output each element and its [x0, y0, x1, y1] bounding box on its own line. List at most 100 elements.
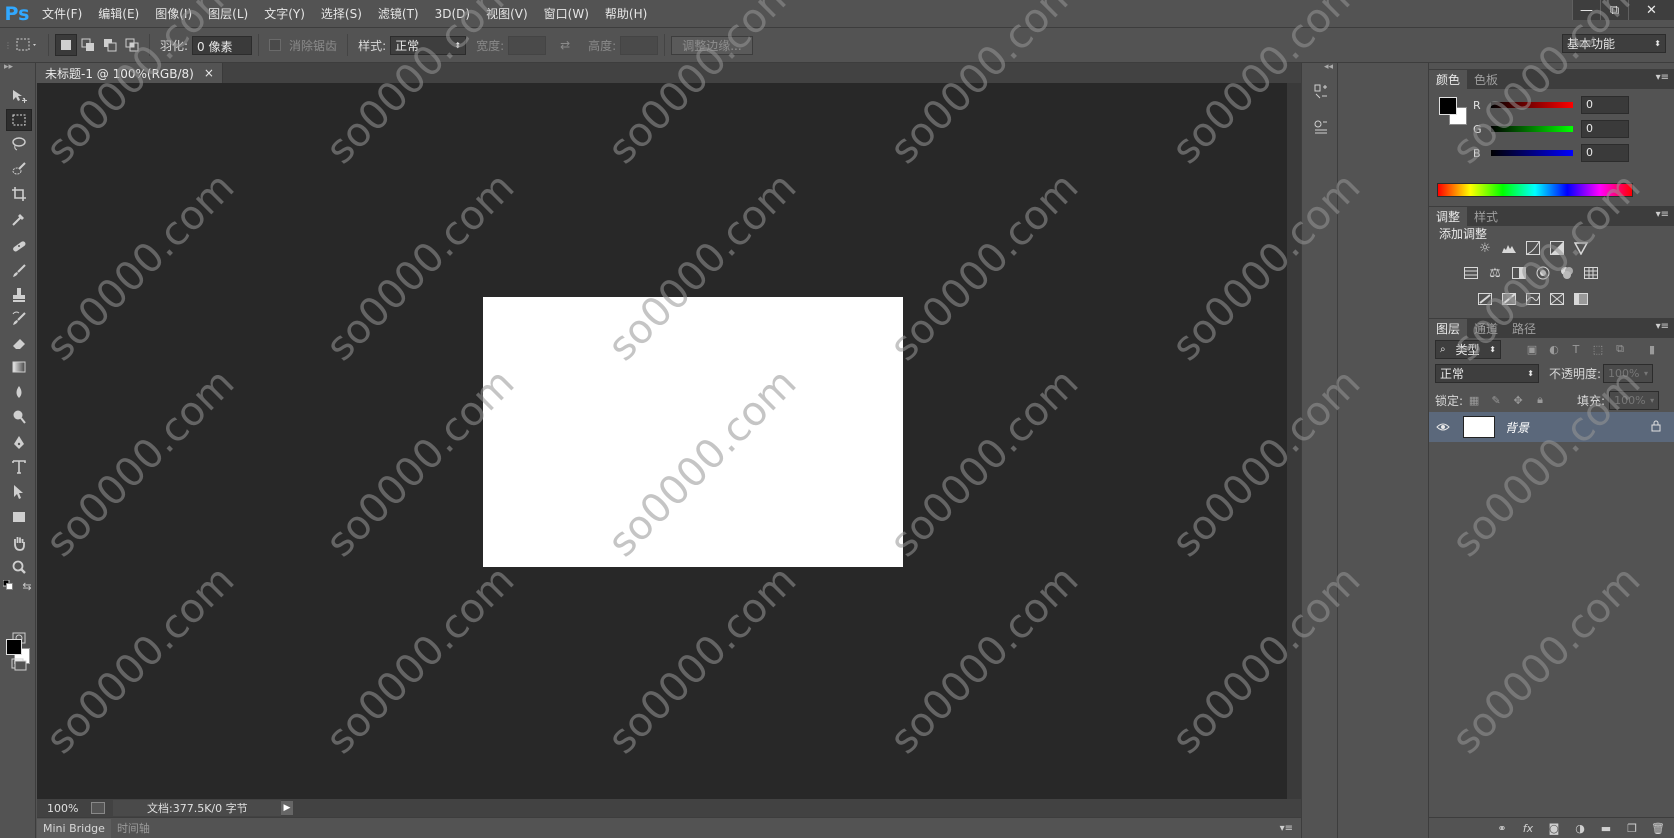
- filter-toggle-icon[interactable]: ▮: [1645, 342, 1659, 356]
- menu-layer[interactable]: 图层(L): [200, 5, 256, 22]
- rectangle-tool[interactable]: [6, 506, 32, 528]
- selective-color-icon[interactable]: [1573, 291, 1589, 307]
- layer-thumbnail[interactable]: [1463, 416, 1495, 438]
- filter-smart-object-icon[interactable]: ⧉: [1613, 342, 1627, 356]
- refine-edge-button[interactable]: 调整边缘...: [671, 35, 753, 55]
- minimize-button[interactable]: —: [1572, 0, 1600, 20]
- lasso-tool[interactable]: [6, 133, 32, 155]
- brush-tool[interactable]: [6, 260, 32, 282]
- invert-icon[interactable]: [1477, 291, 1493, 307]
- filter-adjustment-icon[interactable]: ◐: [1547, 342, 1561, 356]
- blue-slider[interactable]: [1491, 150, 1573, 156]
- quick-selection-tool[interactable]: [6, 158, 32, 180]
- blur-tool[interactable]: [6, 381, 32, 403]
- document-canvas[interactable]: [483, 297, 903, 567]
- intersect-selection-icon[interactable]: [121, 34, 143, 56]
- new-selection-icon[interactable]: [55, 34, 77, 56]
- tab-color[interactable]: 颜色: [1429, 70, 1468, 89]
- tab-mini-bridge[interactable]: Mini Bridge: [37, 818, 111, 838]
- clone-stamp-tool[interactable]: [6, 284, 32, 306]
- vertical-scrollbar[interactable]: [1287, 83, 1301, 799]
- add-mask-icon[interactable]: ◙: [1547, 821, 1561, 835]
- history-panel-icon[interactable]: [1309, 81, 1333, 103]
- menu-type[interactable]: 文字(Y): [256, 5, 313, 22]
- filter-type-icon[interactable]: T: [1569, 342, 1583, 356]
- path-selection-tool[interactable]: [6, 481, 32, 503]
- screen-mode-icon[interactable]: [6, 653, 32, 675]
- red-slider[interactable]: [1491, 102, 1573, 108]
- tab-timeline[interactable]: 时间轴: [111, 819, 156, 838]
- crop-tool[interactable]: [6, 183, 32, 205]
- tab-layers[interactable]: 图层: [1429, 319, 1468, 338]
- gradient-map-icon[interactable]: [1549, 291, 1565, 307]
- swap-colors-icon[interactable]: ⇆: [20, 579, 34, 593]
- color-panel-foreground-swatch[interactable]: [1439, 97, 1457, 115]
- width-input[interactable]: [508, 35, 547, 55]
- tool-preset-picker[interactable]: [12, 34, 42, 56]
- threshold-icon[interactable]: [1525, 291, 1541, 307]
- menu-help[interactable]: 帮助(H): [597, 5, 655, 22]
- history-brush-tool[interactable]: [6, 308, 32, 330]
- black-white-icon[interactable]: [1511, 265, 1527, 281]
- opacity-input[interactable]: 100% ▾: [1603, 363, 1654, 383]
- layer-filter-select[interactable]: ⌕ 类型 ⬍: [1435, 339, 1501, 359]
- lock-transparent-icon[interactable]: ▦: [1467, 393, 1481, 407]
- menu-edit[interactable]: 编辑(E): [90, 5, 147, 22]
- eraser-tool[interactable]: [6, 332, 32, 354]
- tab-close-icon[interactable]: ×: [204, 66, 214, 80]
- dodge-tool[interactable]: [6, 406, 32, 428]
- new-adjustment-layer-icon[interactable]: ◑: [1573, 821, 1587, 835]
- swap-dimensions-icon[interactable]: ⇄: [554, 34, 576, 56]
- layer-name[interactable]: 背景: [1505, 419, 1651, 436]
- new-layer-icon[interactable]: ❐: [1625, 821, 1639, 835]
- add-selection-icon[interactable]: [77, 34, 99, 56]
- status-preview-icon[interactable]: [91, 802, 105, 814]
- panel-menu-icon[interactable]: ▾≡: [1280, 823, 1293, 834]
- properties-panel-icon[interactable]: [1309, 116, 1333, 138]
- menu-3d[interactable]: 3D(D): [427, 7, 478, 21]
- panel-menu-icon[interactable]: ▾≡: [1656, 72, 1669, 83]
- blue-value-input[interactable]: 0: [1581, 144, 1629, 162]
- filter-pixel-icon[interactable]: ▣: [1525, 342, 1539, 356]
- menu-filter[interactable]: 滤镜(T): [370, 5, 427, 22]
- filter-shape-icon[interactable]: ⬚: [1591, 342, 1605, 356]
- panel-menu-icon[interactable]: ▾≡: [1656, 321, 1669, 332]
- color-spectrum-bar[interactable]: [1437, 183, 1633, 197]
- menu-view[interactable]: 视图(V): [478, 5, 536, 22]
- layer-row-background[interactable]: 背景: [1429, 412, 1674, 442]
- workspace-select[interactable]: 基本功能 ⬍: [1562, 34, 1666, 53]
- curves-icon[interactable]: [1525, 240, 1541, 256]
- menu-image[interactable]: 图像(I): [147, 5, 200, 22]
- rectangular-marquee-tool[interactable]: [6, 109, 32, 131]
- app-logo[interactable]: Ps: [0, 0, 34, 27]
- channel-mixer-icon[interactable]: [1559, 265, 1575, 281]
- blend-mode-select[interactable]: 正常 ⬍: [1435, 363, 1539, 383]
- lock-image-icon[interactable]: ✎: [1489, 393, 1503, 407]
- tab-channels[interactable]: 通道: [1467, 319, 1505, 338]
- levels-icon[interactable]: [1501, 240, 1517, 256]
- tab-paths[interactable]: 路径: [1505, 319, 1543, 338]
- new-group-folder-icon[interactable]: ▬: [1599, 821, 1613, 835]
- color-lookup-icon[interactable]: [1583, 265, 1599, 281]
- healing-brush-tool[interactable]: [6, 235, 32, 257]
- eyedropper-tool[interactable]: [6, 208, 32, 230]
- menu-select[interactable]: 选择(S): [313, 5, 370, 22]
- tab-swatches[interactable]: 色板: [1467, 70, 1505, 89]
- visibility-eye-icon[interactable]: [1429, 422, 1457, 432]
- subtract-selection-icon[interactable]: [99, 34, 121, 56]
- status-menu-arrow-icon[interactable]: ▶: [281, 801, 293, 815]
- feather-input[interactable]: 0 像素: [192, 35, 253, 55]
- lock-position-icon[interactable]: ✥: [1511, 393, 1525, 407]
- style-select[interactable]: 正常 ⬍: [390, 35, 467, 55]
- exposure-icon[interactable]: [1549, 240, 1565, 256]
- green-slider[interactable]: [1491, 126, 1573, 132]
- pen-tool[interactable]: [6, 432, 32, 454]
- tab-styles[interactable]: 样式: [1467, 207, 1505, 226]
- menu-window[interactable]: 窗口(W): [536, 5, 597, 22]
- delete-layer-trash-icon[interactable]: 🗑︎: [1651, 821, 1665, 835]
- zoom-tool[interactable]: [6, 556, 32, 578]
- menu-file[interactable]: 文件(F): [34, 5, 90, 22]
- height-input[interactable]: [620, 35, 659, 55]
- link-layers-icon[interactable]: ⚭: [1495, 821, 1509, 835]
- hand-tool[interactable]: [6, 532, 32, 554]
